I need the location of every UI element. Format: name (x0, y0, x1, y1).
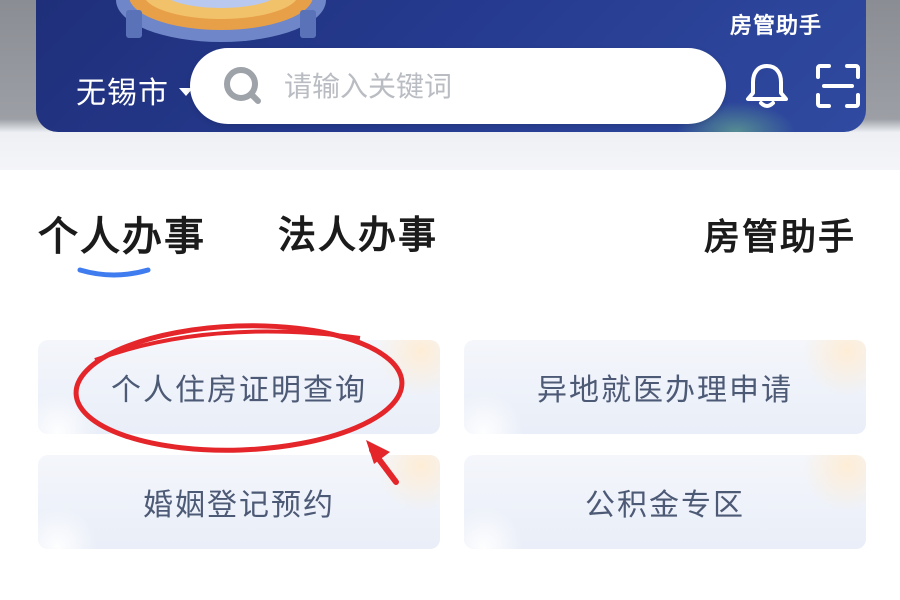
brand-label-large: 房管助手 (703, 217, 856, 258)
active-tab-indicator (77, 267, 151, 278)
service-card-label: 公积金专区 (585, 488, 745, 523)
search-icon (224, 67, 261, 104)
bell-icon[interactable] (744, 62, 790, 110)
service-card-housing-certificate[interactable]: 个人住房证明查询 (38, 340, 440, 434)
city-label: 无锡市 (76, 76, 169, 111)
scan-icon[interactable] (814, 62, 862, 110)
service-card-label: 个人住房证明查询 (111, 373, 367, 408)
city-selector[interactable]: 无锡市 (76, 68, 193, 112)
service-card-marriage-registration[interactable]: 婚姻登记预约 (38, 455, 440, 549)
service-card-housing-fund[interactable]: 公积金专区 (464, 455, 866, 549)
service-card-offsite-medical[interactable]: 异地就医办理申请 (464, 340, 866, 434)
banner-illustration (116, 0, 326, 42)
service-card-label: 婚姻登记预约 (143, 488, 335, 523)
tab-legal-entity-affairs[interactable]: 法人办事 (278, 204, 438, 259)
search-input[interactable] (284, 69, 684, 103)
brand-label-small: 房管助手 (729, 14, 822, 39)
search-bar[interactable] (190, 48, 726, 124)
tab-personal-affairs[interactable]: 个人办事 (38, 204, 206, 262)
service-card-label: 异地就医办理申请 (537, 373, 793, 408)
